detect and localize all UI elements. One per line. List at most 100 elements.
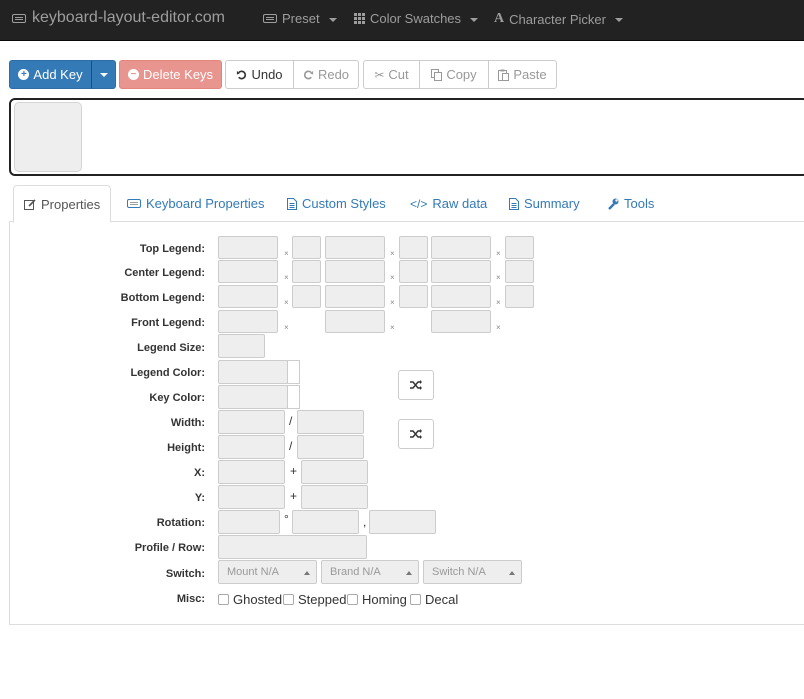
tab-custom-styles[interactable]: Custom Styles — [277, 185, 396, 222]
keycap[interactable] — [14, 102, 82, 172]
bottom-legend-color[interactable] — [399, 285, 428, 308]
character-picker-menu[interactable]: A Character Picker — [494, 11, 623, 27]
redo-button[interactable]: Redo — [293, 60, 359, 89]
add-key-dropdown-button[interactable] — [91, 60, 116, 89]
delete-keys-button[interactable]: − Delete Keys — [119, 60, 222, 89]
clear-icon[interactable]: × — [390, 323, 395, 332]
brand-select[interactable]: Brand N/A — [321, 560, 419, 584]
cut-label: Cut — [388, 67, 409, 82]
minus-circle-icon: − — [127, 69, 139, 80]
switch-select[interactable]: Switch N/A — [423, 560, 522, 584]
front-legend-input[interactable] — [431, 310, 491, 333]
top-legend-input[interactable] — [218, 236, 278, 259]
front-legend-input[interactable] — [218, 310, 278, 333]
center-legend-color[interactable] — [399, 260, 428, 283]
brand-link[interactable]: keyboard-layout-editor.com — [12, 9, 225, 27]
clear-icon[interactable]: × — [284, 273, 289, 282]
tab-properties[interactable]: Properties — [13, 185, 112, 223]
keyboard-canvas[interactable] — [9, 98, 804, 176]
shuffle-icon — [410, 380, 422, 390]
clear-icon[interactable]: × — [284, 249, 289, 258]
top-legend-input[interactable] — [325, 236, 385, 259]
switch-select-value: Switch N/A — [432, 566, 486, 578]
clear-icon[interactable]: × — [496, 273, 501, 282]
paste-button[interactable]: Paste — [488, 60, 557, 89]
clear-icon[interactable]: × — [496, 298, 501, 307]
color-swatches-menu[interactable]: Color Swatches — [354, 11, 479, 26]
checkbox-box[interactable] — [218, 594, 229, 605]
redo-label: Redo — [317, 67, 350, 82]
top-legend-input[interactable] — [431, 236, 491, 259]
y2-input[interactable] — [301, 485, 368, 509]
clear-icon[interactable]: × — [284, 298, 289, 307]
tab-tools[interactable]: Tools — [597, 185, 664, 222]
bottom-legend-color[interactable] — [505, 285, 534, 308]
mount-select[interactable]: Mount N/A — [218, 560, 317, 584]
rotation-angle-input[interactable] — [218, 510, 280, 534]
y-label: Y: — [194, 492, 205, 504]
grid-icon — [354, 13, 365, 24]
center-legend-input[interactable] — [325, 260, 385, 283]
top-legend-color[interactable] — [399, 236, 428, 259]
y-input[interactable] — [218, 485, 285, 509]
undo-button[interactable]: Undo — [225, 60, 294, 89]
center-legend-color[interactable] — [505, 260, 534, 283]
tab-summary-label: Summary — [524, 196, 580, 211]
tab-summary[interactable]: Summary — [499, 185, 590, 222]
x2-input[interactable] — [301, 460, 368, 484]
bottom-legend-color[interactable] — [292, 285, 321, 308]
center-legend-input[interactable] — [431, 260, 491, 283]
tab-raw-data[interactable]: </> Raw data — [400, 185, 497, 222]
checkbox-box[interactable] — [410, 594, 421, 605]
clear-icon[interactable]: × — [390, 273, 395, 282]
copy-button[interactable]: Copy — [419, 60, 489, 89]
swap-size-button[interactable] — [398, 419, 434, 449]
clear-icon[interactable]: × — [496, 323, 501, 332]
rotation-x-input[interactable] — [292, 510, 359, 534]
tab-bar: Properties Keyboard Properties Custom St… — [9, 185, 804, 223]
decal-checkbox[interactable]: Decal — [410, 592, 458, 607]
add-key-button[interactable]: + Add Key — [9, 60, 92, 89]
front-legend-input[interactable] — [325, 310, 385, 333]
center-legend-input[interactable] — [218, 260, 278, 283]
clear-icon[interactable]: × — [496, 249, 501, 258]
clear-icon[interactable]: × — [390, 249, 395, 258]
swap-colors-button[interactable] — [398, 370, 434, 400]
height-input[interactable] — [218, 435, 285, 459]
preset-label: Preset — [282, 11, 320, 26]
clear-icon[interactable]: × — [284, 323, 289, 332]
x-input[interactable] — [218, 460, 285, 484]
width2-input[interactable] — [297, 410, 364, 434]
cut-button[interactable]: ✂ Cut — [363, 60, 420, 89]
width-input[interactable] — [218, 410, 285, 434]
profile-row-input[interactable] — [218, 535, 367, 559]
preset-menu[interactable]: Preset — [263, 11, 337, 26]
center-legend-color[interactable] — [292, 260, 321, 283]
key-color-input[interactable] — [218, 385, 288, 409]
paste-icon — [498, 69, 510, 81]
bottom-legend-input[interactable] — [218, 285, 278, 308]
legend-size-label: Legend Size: — [137, 342, 205, 354]
legend-color-swatch[interactable] — [287, 360, 300, 384]
top-legend-color[interactable] — [292, 236, 321, 259]
rotation-y-input[interactable] — [369, 510, 436, 534]
checkbox-box[interactable] — [283, 594, 294, 605]
legend-color-input[interactable] — [218, 360, 288, 384]
key-color-swatch[interactable] — [287, 385, 300, 409]
ghosted-checkbox[interactable]: Ghosted — [218, 592, 282, 607]
keyboard-icon — [263, 14, 277, 23]
bottom-legend-input[interactable] — [325, 285, 385, 308]
height2-input[interactable] — [297, 435, 364, 459]
copy-icon — [431, 68, 443, 81]
brand-label: keyboard-layout-editor.com — [32, 9, 225, 26]
chevron-up-icon — [304, 571, 310, 575]
checkbox-box[interactable] — [347, 594, 358, 605]
clear-icon[interactable]: × — [390, 298, 395, 307]
bottom-legend-input[interactable] — [431, 285, 491, 308]
homing-checkbox[interactable]: Homing — [347, 592, 407, 607]
stepped-checkbox[interactable]: Stepped — [283, 592, 346, 607]
copy-label: Copy — [446, 67, 477, 82]
legend-size-input[interactable] — [218, 334, 265, 358]
top-legend-color[interactable] — [505, 236, 534, 259]
tab-keyboard-properties[interactable]: Keyboard Properties — [117, 185, 275, 222]
